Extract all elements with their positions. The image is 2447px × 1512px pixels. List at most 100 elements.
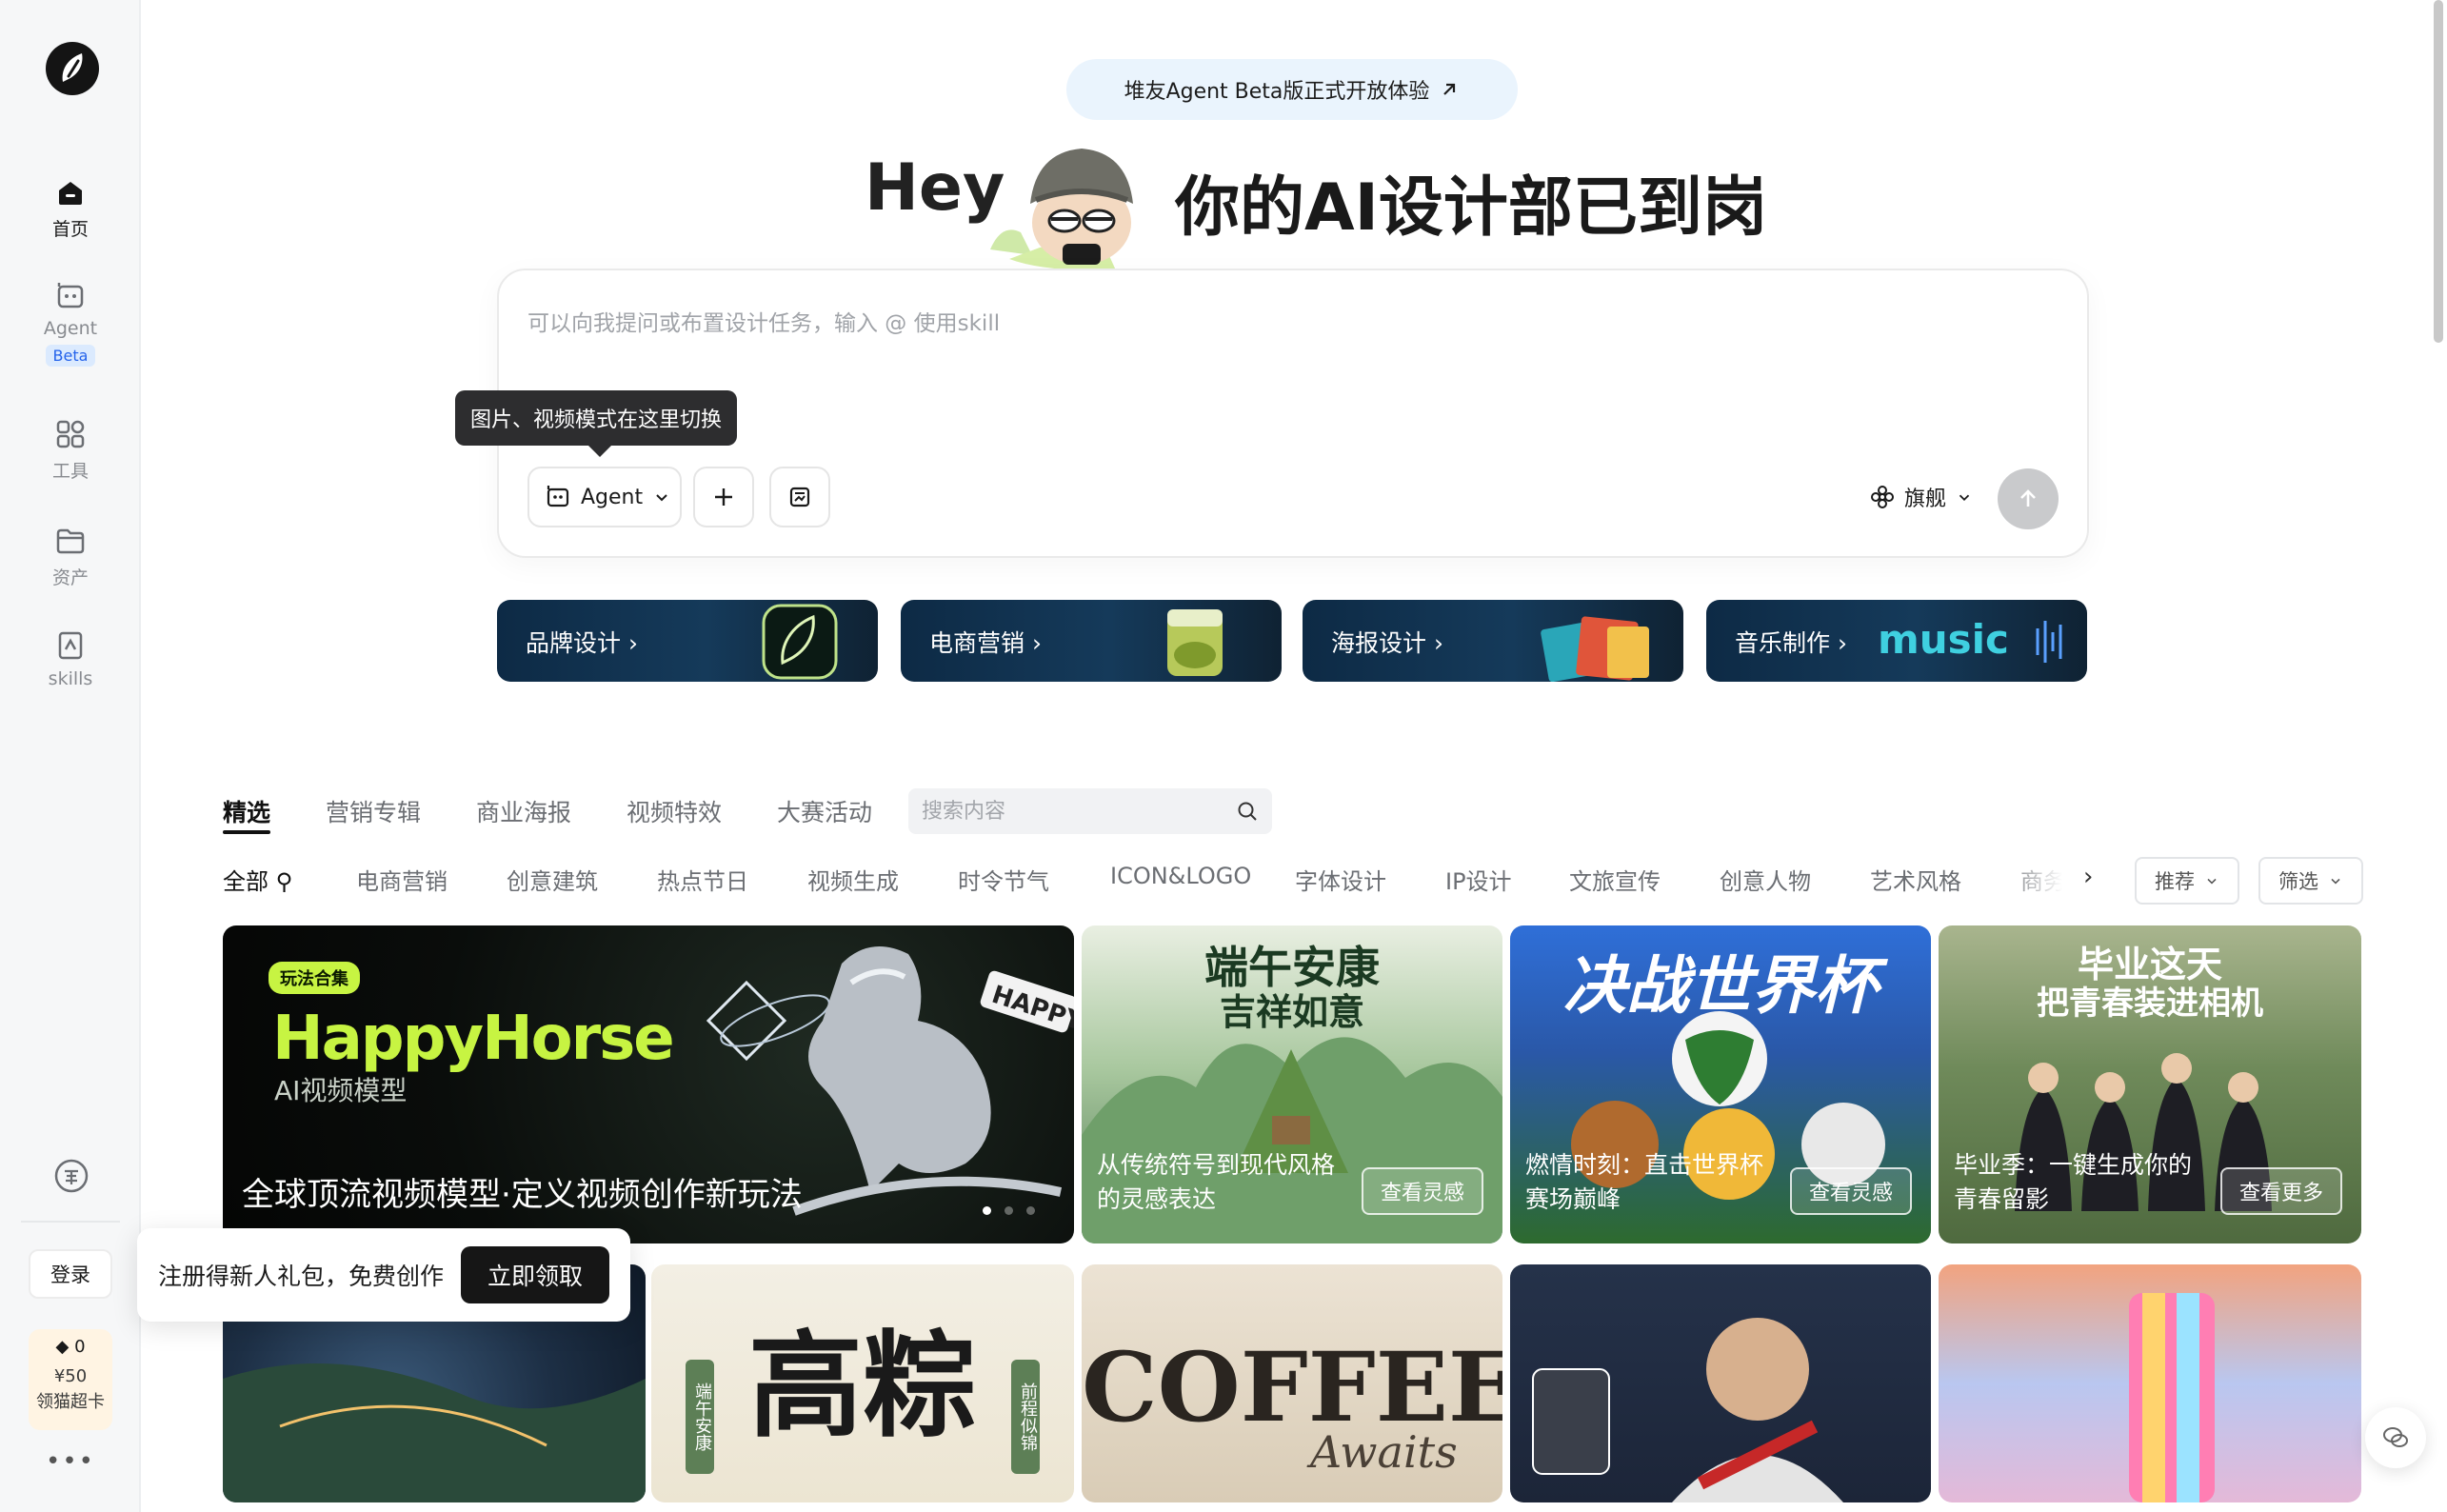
enterprise-icon[interactable] <box>53 1158 90 1194</box>
view-inspiration-button[interactable]: 查看灵感 <box>1362 1167 1483 1215</box>
zongzi-left-banner: 端午安康 <box>686 1360 714 1474</box>
search-icon[interactable] <box>1236 800 1259 823</box>
login-button[interactable]: 登录 <box>29 1249 112 1299</box>
skills-icon <box>58 631 83 660</box>
card-headline-2: 把青春装进相机 <box>2037 985 2263 1023</box>
add-attachment-button[interactable] <box>693 467 754 527</box>
tile-rainbow-tower[interactable] <box>1939 1264 2361 1502</box>
claim-now-button[interactable]: 立即领取 <box>461 1246 610 1303</box>
card-dragon-boat[interactable]: 端午安康 吉祥如意 从传统符号到现代风格 的灵感表达 查看灵感 <box>1082 925 1502 1243</box>
featured-subtitle: AI视频模型 <box>274 1075 408 1106</box>
view-inspiration-button[interactable]: 查看灵感 <box>1790 1167 1912 1215</box>
sidebar-item-assets[interactable]: 资产 <box>0 524 141 589</box>
hero-title: 你的AI设计部已到岗 <box>1175 170 1767 246</box>
card-caption: 燃情时刻：直击世界杯 赛场巅峰 <box>1525 1151 1764 1213</box>
filter-typography[interactable]: 字体设计 <box>1295 863 1386 896</box>
category-label: 音乐制作 › <box>1735 629 1847 657</box>
sidebar-item-label: skills <box>48 668 93 689</box>
tab-contests[interactable]: 大赛活动 <box>777 794 872 828</box>
music-wordmark-text: music <box>1878 616 2009 663</box>
app-logo[interactable] <box>46 42 99 95</box>
card-world-cup[interactable]: 决战世界杯 燃情时刻：直击世界杯 赛场巅峰 查看灵感 <box>1510 925 1931 1243</box>
credit-card[interactable]: ◆ 0 ¥50 领猫超卡 <box>29 1329 112 1430</box>
search-input[interactable] <box>922 799 1236 824</box>
model-label: 旗舰 <box>1903 487 1946 511</box>
card-caption: 从传统符号到现代风格 的灵感表达 <box>1097 1151 1336 1213</box>
fan-photo-illustration <box>1532 1318 1843 1502</box>
view-more-button[interactable]: 查看更多 <box>2220 1167 2342 1215</box>
filter-video[interactable]: 视频生成 <box>807 863 899 896</box>
tile-coffee-poster[interactable]: COFFEE Awaits <box>1082 1264 1502 1502</box>
category-card-poster[interactable]: 海报设计 › <box>1303 600 1683 682</box>
filter-tourism[interactable]: 文旅宣传 <box>1569 863 1661 896</box>
tools-grid-icon <box>56 420 85 448</box>
filter-ip-design[interactable]: IP设计 <box>1445 863 1512 896</box>
category-card-music[interactable]: 音乐制作 › music <box>1706 600 2087 682</box>
featured-caption: 全球顶流视频模型·定义视频创作新玩法 <box>242 1176 803 1214</box>
filter-all[interactable]: 全部 ⚲ <box>223 863 292 896</box>
chevron-right-icon[interactable]: › <box>2083 863 2093 891</box>
home-icon <box>59 182 82 205</box>
sort-dropdown[interactable]: 推荐 <box>2135 857 2239 905</box>
more-menu-icon[interactable]: ••• <box>46 1447 95 1476</box>
filter-characters[interactable]: 创意人物 <box>1720 863 1811 896</box>
filter-art-style[interactable]: 艺术风格 <box>1870 863 1961 896</box>
agent-beta-banner[interactable]: 堆友Agent Beta版正式开放体验 <box>1066 59 1518 120</box>
credit-count-value: 0 <box>74 1337 86 1357</box>
credit-price: ¥50 <box>53 1366 88 1386</box>
music-wordmark-icon: music <box>1878 616 2062 663</box>
credit-count: ◆ 0 <box>29 1329 112 1357</box>
tower-illustration <box>2129 1293 2215 1502</box>
search-bar[interactable] <box>908 788 1272 834</box>
prompt-input[interactable]: 可以向我提问或布置设计任务，输入 @ 使用skill <box>527 305 1000 337</box>
card-headline: 决战世界杯 <box>1563 949 1878 1023</box>
chat-support-button[interactable] <box>2365 1407 2426 1468</box>
tab-featured[interactable]: 精选 <box>223 794 270 828</box>
mode-label: Agent <box>581 485 644 509</box>
tab-marketing-album[interactable]: 营销专辑 <box>326 794 421 828</box>
arrow-up-right-icon <box>1443 83 1456 95</box>
filter-architecture[interactable]: 创意建筑 <box>507 863 598 896</box>
tab-video-effects[interactable]: 视频特效 <box>627 794 722 828</box>
credit-label: 领猫超卡 <box>36 1392 105 1412</box>
canvas-button[interactable] <box>769 467 830 527</box>
sort-label: 推荐 <box>2155 870 2195 893</box>
featured-card[interactable]: 玩法合集 HappyHorse AI视频模型 HAPPY 全球顶流视频模型·定义… <box>223 925 1074 1243</box>
sidebar-item-tools[interactable]: 工具 <box>0 417 141 483</box>
filter-settings-icon: ⚲ <box>275 868 293 895</box>
sidebar-divider <box>21 1221 120 1223</box>
zongzi-right-banner: 前程似锦 <box>1011 1360 1040 1474</box>
signup-popup: 注册得新人礼包，免费创作 立即领取 <box>137 1228 630 1322</box>
sidebar-item-agent[interactable]: Agent Beta <box>0 278 141 367</box>
send-button[interactable] <box>1998 468 2059 529</box>
card-caption: 毕业季：一键生成你的 青春留影 <box>1954 1151 2193 1213</box>
product-jar-icon <box>1167 609 1223 676</box>
filter-icon-logo[interactable]: ICON&LOGO <box>1110 863 1251 889</box>
category-label: 品牌设计 › <box>526 629 638 657</box>
model-select[interactable]: 旗舰 <box>1870 482 1973 512</box>
card-graduation[interactable]: 毕业这天 把青春装进相机 毕业季：一键生成你的 青春留影 查看更多 <box>1939 925 2361 1243</box>
filter-dropdown[interactable]: 筛选 <box>2258 857 2363 905</box>
sidebar: 首页 Agent Beta 工具 资产 skills 登录 ◆ 0 ¥50 领猫… <box>0 0 141 1512</box>
folder-icon <box>56 528 85 554</box>
mode-switch-button[interactable]: Agent <box>527 467 682 527</box>
carousel-dots[interactable] <box>983 1206 1035 1215</box>
filter-ecommerce[interactable]: 电商营销 <box>356 863 448 896</box>
chevron-down-icon <box>2207 878 2217 885</box>
filter-holidays[interactable]: 热点节日 <box>657 863 748 896</box>
sidebar-item-skills[interactable]: skills <box>0 628 141 689</box>
category-card-brand[interactable]: 品牌设计 › <box>497 600 878 682</box>
tab-commercial-poster[interactable]: 商业海报 <box>476 794 571 828</box>
signup-text: 注册得新人礼包，免费创作 <box>158 1263 445 1290</box>
sidebar-item-home[interactable]: 首页 <box>0 175 141 241</box>
agent-icon <box>547 486 569 507</box>
tile-zongzi-poster[interactable]: 高粽 端午安康 前程似锦 <box>651 1264 1074 1502</box>
tile-fan-photo[interactable] <box>1510 1264 1931 1502</box>
category-label: 电商营销 › <box>929 629 1042 657</box>
mode-tooltip: 图片、视频模式在这里切换 <box>455 390 738 457</box>
page-scrollbar[interactable] <box>2434 0 2443 343</box>
brand-logo-icon <box>762 604 838 680</box>
filter-seasonal[interactable]: 时令节气 <box>958 863 1049 896</box>
category-card-ecommerce[interactable]: 电商营销 › <box>901 600 1282 682</box>
coin-icon: ◆ <box>55 1337 75 1357</box>
